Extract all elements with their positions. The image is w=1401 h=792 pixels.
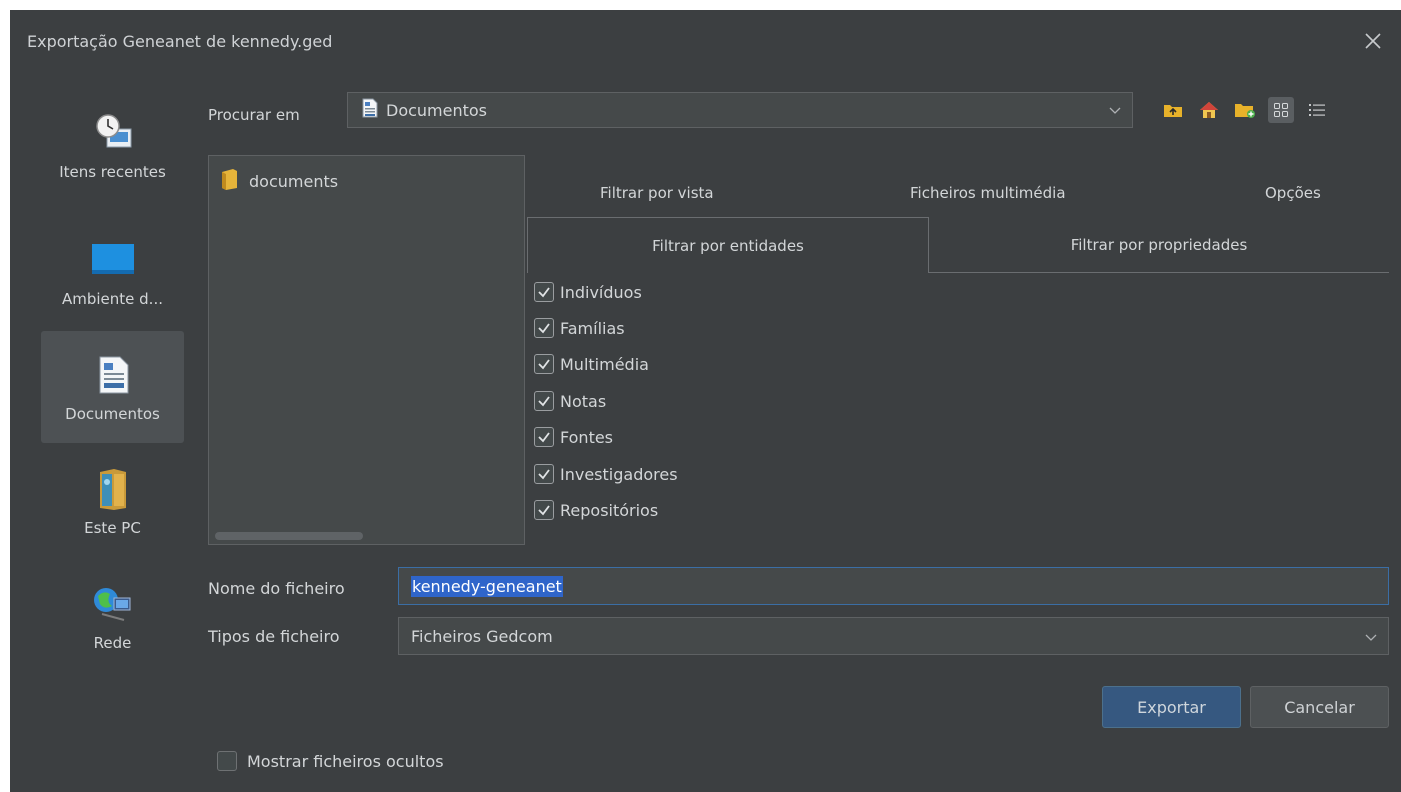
desktop-icon <box>89 236 137 284</box>
tab-filter-by-properties[interactable]: Filtrar por propriedades <box>929 217 1389 273</box>
export-button[interactable]: Exportar <box>1102 686 1241 728</box>
checkbox-row-researchers[interactable]: Investigadores <box>534 464 678 484</box>
sidebar-item-label: Documentos <box>65 405 160 423</box>
checkbox-label: Indivíduos <box>560 282 642 302</box>
documents-icon <box>89 351 137 399</box>
checkbox-label: Famílias <box>560 318 625 338</box>
file-toolbar <box>1160 96 1330 124</box>
show-hidden-label: Mostrar ficheiros ocultos <box>247 751 444 771</box>
show-hidden-checkbox[interactable] <box>217 751 237 771</box>
file-name-value: kennedy-geneanet <box>411 575 563 597</box>
cancel-button[interactable]: Cancelar <box>1250 686 1389 728</box>
filter-tabs: Filtrar por entidades Filtrar por propri… <box>527 217 1389 273</box>
sidebar-item-desktop[interactable]: Ambiente d... <box>41 216 184 328</box>
recent-items-icon <box>89 109 137 157</box>
checkbox-label: Fontes <box>560 427 614 447</box>
tab-options[interactable]: Opções <box>1265 184 1321 202</box>
sidebar-item-label: Ambiente d... <box>61 290 163 308</box>
checkbox-row-families[interactable]: Famílias <box>534 318 625 338</box>
checkbox[interactable] <box>534 500 554 520</box>
look-in-value: Documentos <box>386 100 488 120</box>
accessory-tabs: Filtrar por vista Ficheiros multimédia O… <box>540 176 1390 216</box>
title-bar: Exportação Geneanet de kennedy.ged <box>10 10 1401 78</box>
checkbox[interactable] <box>534 391 554 411</box>
look-in-combo[interactable]: Documentos <box>347 92 1133 128</box>
chevron-down-icon <box>1108 103 1122 121</box>
checkbox[interactable] <box>534 318 554 338</box>
home-icon[interactable] <box>1196 97 1222 123</box>
checkbox-label: Repositórios <box>560 500 659 520</box>
new-folder-icon[interactable] <box>1232 97 1258 123</box>
checkbox-row-repositories[interactable]: Repositórios <box>534 500 658 520</box>
file-type-label: Tipos de ficheiro <box>208 627 340 646</box>
folder-icon <box>221 168 239 194</box>
tab-media-files[interactable]: Ficheiros multimédia <box>910 184 1066 202</box>
file-name-field[interactable]: kennedy-geneanet <box>398 567 1389 605</box>
checkbox-row-multimedia[interactable]: Multimédia <box>534 354 649 374</box>
list-item[interactable]: documents <box>221 168 338 194</box>
checkbox-row-sources[interactable]: Fontes <box>534 427 613 447</box>
sidebar-item-recent[interactable]: Itens recentes <box>41 89 184 201</box>
sidebar-item-label: Rede <box>93 634 132 652</box>
checkbox-row-individuals[interactable]: Indivíduos <box>534 282 642 302</box>
sidebar-item-documents[interactable]: Documentos <box>41 331 184 443</box>
file-type-value: Ficheiros Gedcom <box>411 626 553 646</box>
tab-filter-by-view[interactable]: Filtrar por vista <box>600 184 714 202</box>
tab-filter-by-entities[interactable]: Filtrar por entidades <box>527 217 929 273</box>
chevron-down-icon <box>1364 629 1378 648</box>
export-dialog: Exportação Geneanet de kennedy.ged Itens… <box>10 10 1401 792</box>
close-icon[interactable] <box>1358 26 1388 56</box>
checkbox-label: Investigadores <box>560 464 678 484</box>
sidebar-item-label: Itens recentes <box>59 163 166 181</box>
file-name: documents <box>249 171 339 191</box>
checkbox[interactable] <box>534 282 554 302</box>
network-icon <box>89 580 137 628</box>
file-type-select[interactable]: Ficheiros Gedcom <box>398 617 1389 655</box>
grid-view-icon[interactable] <box>1268 97 1294 123</box>
checkbox-label: Notas <box>560 391 607 411</box>
sidebar-item-label: Este PC <box>84 519 141 537</box>
show-hidden-files-row[interactable]: Mostrar ficheiros ocultos <box>217 751 444 771</box>
file-name-label: Nome do ficheiro <box>208 579 345 598</box>
sidebar-item-network[interactable]: Rede <box>41 560 184 672</box>
file-list[interactable]: documents <box>208 155 525 545</box>
checkbox-label: Multimédia <box>560 354 649 374</box>
up-folder-icon[interactable] <box>1160 97 1186 123</box>
checkbox[interactable] <box>534 354 554 374</box>
sidebar-item-this-pc[interactable]: Este PC <box>41 445 184 557</box>
documents-icon <box>362 98 378 122</box>
this-pc-icon <box>89 465 137 513</box>
window-title: Exportação Geneanet de kennedy.ged <box>27 32 333 51</box>
checkbox[interactable] <box>534 464 554 484</box>
places-sidebar: Itens recentes Ambiente d... Documentos … <box>10 95 195 675</box>
look-in-label: Procurar em <box>208 106 300 124</box>
checkbox-row-notes[interactable]: Notas <box>534 391 606 411</box>
list-view-icon[interactable] <box>1304 97 1330 123</box>
horizontal-scrollbar[interactable] <box>215 532 363 540</box>
checkbox[interactable] <box>534 427 554 447</box>
